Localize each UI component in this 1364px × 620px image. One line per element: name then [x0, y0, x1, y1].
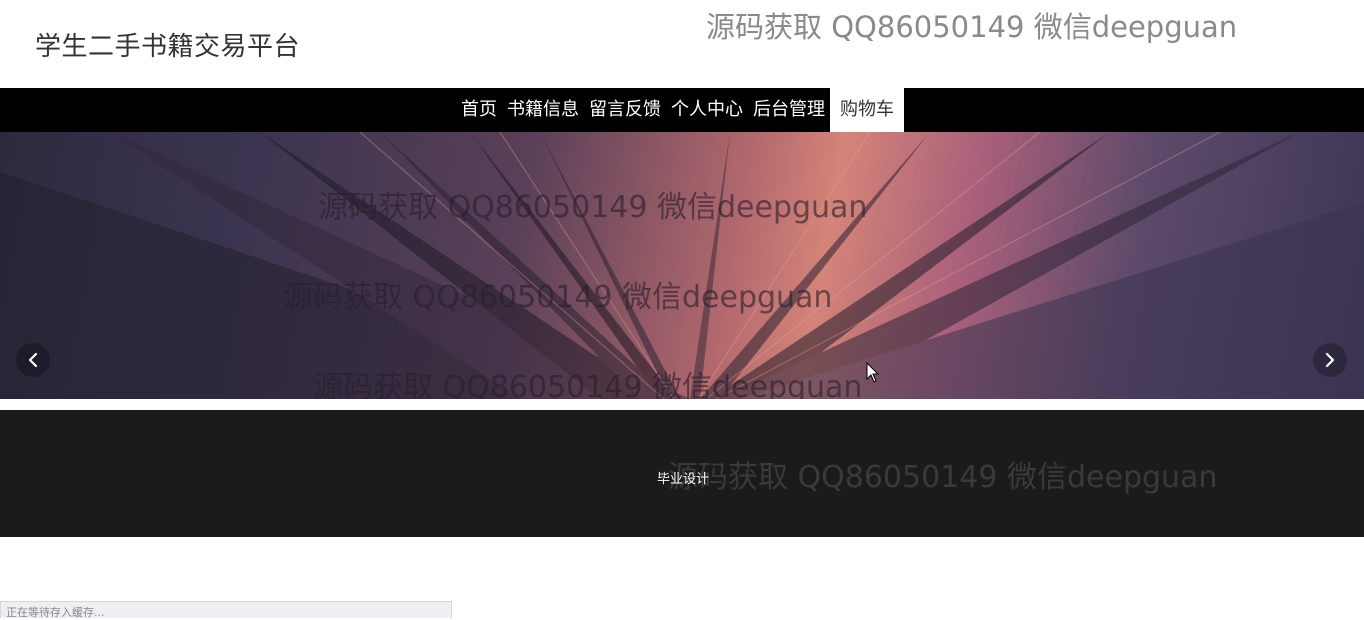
nav-item-personal-center[interactable]: 个人中心 [666, 88, 748, 132]
browser-status-bar: 正在等待存入缓存... [0, 601, 452, 619]
carousel-prev-button[interactable] [16, 343, 50, 377]
main-nav: 首页 书籍信息 留言反馈 个人中心 后台管理 购物车 [0, 88, 1364, 132]
watermark-text: 源码获取 QQ86050149 微信deepguan [706, 10, 1238, 44]
carousel-next-button[interactable] [1313, 343, 1347, 377]
footer-text: 毕业设计 [657, 472, 710, 487]
banner-watermark: 源码获取 QQ86050149 微信deepguan [313, 370, 863, 399]
nav-item-cart[interactable]: 购物车 [830, 88, 904, 132]
chevron-right-icon [1325, 352, 1335, 368]
mouse-cursor-icon [866, 362, 880, 383]
banner-watermark: 源码获取 QQ86050149 微信deepguan [318, 190, 868, 225]
banner-carousel[interactable]: 源码获取 QQ86050149 微信deepguan 源码获取 QQ860501… [0, 132, 1364, 399]
nav-item-admin[interactable]: 后台管理 [748, 88, 830, 132]
footer: 源码获取 QQ86050149 微信deepguan 毕业设计 [0, 410, 1364, 537]
banner-watermark: 源码获取 QQ86050149 微信deepguan [283, 280, 833, 315]
site-title[interactable]: 学生二手书籍交易平台 [35, 26, 300, 63]
nav-list: 首页 书籍信息 留言反馈 个人中心 后台管理 购物车 [456, 88, 904, 132]
header: 学生二手书籍交易平台 源码获取 QQ86050149 微信deepguan [0, 0, 1364, 88]
banner-image [0, 132, 1364, 399]
nav-item-book-info[interactable]: 书籍信息 [502, 88, 584, 132]
nav-item-feedback[interactable]: 留言反馈 [584, 88, 666, 132]
footer-watermark: 源码获取 QQ86050149 微信deepguan [668, 460, 1218, 495]
nav-item-home[interactable]: 首页 [456, 88, 502, 132]
chevron-left-icon [28, 352, 38, 368]
